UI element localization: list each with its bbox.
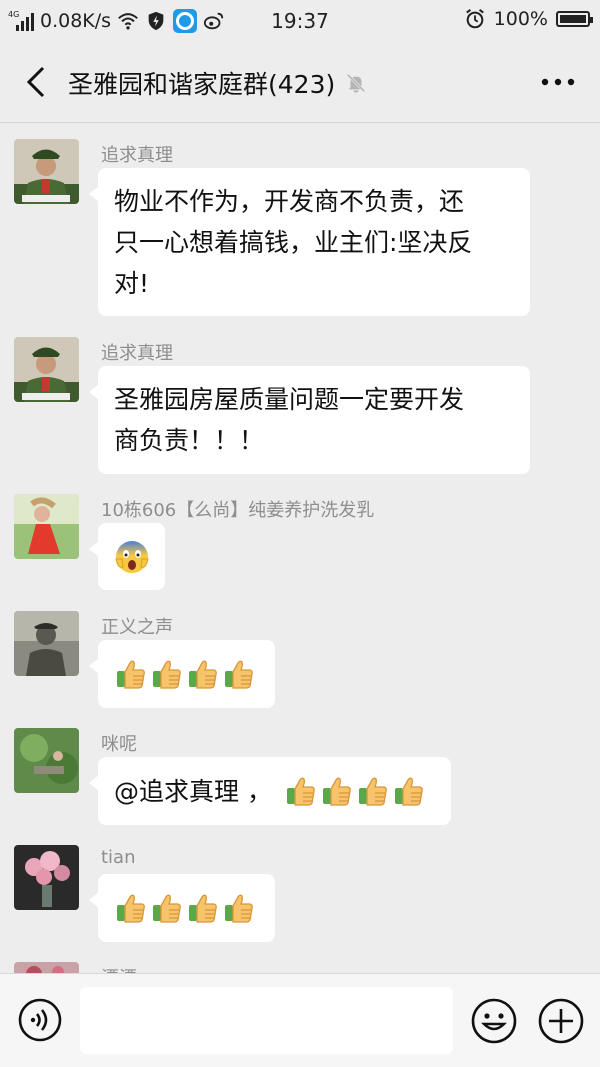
sender-name: 咪呢 bbox=[101, 734, 137, 755]
sender-name: tian bbox=[101, 847, 136, 868]
battery-icon bbox=[556, 11, 593, 27]
muted-bell-icon bbox=[347, 73, 366, 93]
thumbs-up-emoji bbox=[153, 894, 181, 923]
avatar[interactable] bbox=[14, 845, 79, 910]
sender-name: 追求真理 bbox=[101, 145, 173, 166]
chat-message-list[interactable]: 追求真理 物业不作为，开发商不负责，还 只一心想着搞钱，业主们:坚决反 对! 追… bbox=[0, 123, 600, 973]
voice-icon[interactable] bbox=[18, 998, 62, 1042]
chat-title-area: 圣雅园和谐家庭群(423) bbox=[68, 65, 367, 101]
sender-name: 正义之声 bbox=[101, 617, 173, 638]
thumbs-up-emoji bbox=[286, 777, 315, 806]
chat-title: 圣雅园和谐家庭群(423) bbox=[68, 70, 336, 99]
screaming-face-emoji bbox=[114, 540, 149, 573]
status-bar: 4G 0.08K/s 19:37 100% bbox=[0, 0, 600, 42]
thumbs-up-group bbox=[284, 774, 426, 808]
sender-name: 漂漂 bbox=[101, 964, 137, 973]
sender-name: 10栋606【么尚】纯姜养护洗发乳 bbox=[101, 500, 375, 521]
avatar[interactable] bbox=[14, 728, 79, 793]
message-bubble[interactable] bbox=[89, 640, 275, 708]
message-text: 物业不作为，开发商不负责，还 只一心想着搞钱，业主们:坚决反 对! bbox=[114, 187, 473, 298]
thumbs-up-emoji bbox=[189, 894, 217, 923]
message-bubble[interactable] bbox=[89, 523, 165, 590]
plus-icon[interactable] bbox=[538, 998, 584, 1044]
message-bubble[interactable] bbox=[89, 874, 275, 942]
thumbs-up-emoji bbox=[358, 777, 387, 806]
nav-bar: 圣雅园和谐家庭群(423) bbox=[0, 42, 600, 123]
thumbs-up-emoji bbox=[117, 660, 145, 689]
thumbs-up-group bbox=[114, 657, 256, 691]
avatar[interactable] bbox=[14, 139, 79, 204]
avatar[interactable] bbox=[14, 337, 79, 402]
thumbs-up-emoji bbox=[189, 660, 217, 689]
more-button[interactable] bbox=[538, 68, 578, 96]
avatar[interactable] bbox=[14, 494, 79, 559]
thumbs-up-emoji bbox=[394, 777, 423, 806]
thumbs-up-emoji bbox=[117, 894, 145, 923]
thumbs-up-emoji bbox=[225, 660, 253, 689]
message-text: @追求真理 ， bbox=[114, 776, 272, 806]
thumbs-up-emoji bbox=[322, 777, 351, 806]
chevron-left-icon bbox=[26, 66, 45, 98]
smiley-icon[interactable] bbox=[471, 998, 517, 1044]
message-text: 圣雅园房屋质量问题一定要开发 商负责！！！ bbox=[114, 385, 465, 455]
thumbs-up-group bbox=[114, 891, 256, 925]
alarm-icon bbox=[465, 9, 484, 29]
avatar[interactable] bbox=[14, 962, 79, 973]
message-bubble[interactable]: 圣雅园房屋质量问题一定要开发 商负责！！！ bbox=[89, 366, 530, 474]
message-bubble[interactable]: @追求真理 ， bbox=[89, 757, 451, 825]
avatar[interactable] bbox=[14, 611, 79, 676]
battery-percent: 100% bbox=[493, 8, 548, 30]
message-bubble[interactable]: 物业不作为，开发商不负责，还 只一心想着搞钱，业主们:坚决反 对! bbox=[89, 168, 530, 316]
back-button[interactable] bbox=[18, 64, 54, 100]
input-bar bbox=[0, 973, 600, 1067]
message-input[interactable] bbox=[80, 987, 453, 1054]
thumbs-up-emoji bbox=[153, 660, 181, 689]
sender-name: 追求真理 bbox=[101, 343, 173, 364]
thumbs-up-emoji bbox=[225, 894, 253, 923]
more-icon bbox=[541, 78, 575, 86]
